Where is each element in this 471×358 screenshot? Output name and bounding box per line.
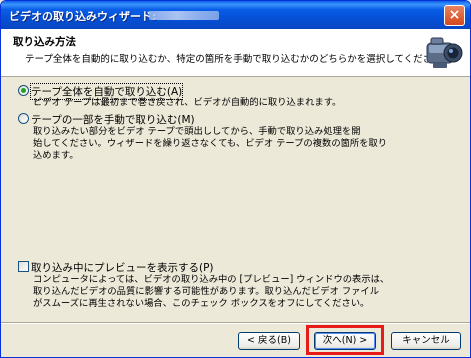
cancel-button[interactable]: キャンセル [391,332,461,350]
description-line: ビデオ テープは最初まで巻き戻され、ビデオが自動的に取り込まれます。 [33,97,342,108]
description-line: 始してください。ウィザードを繰り返さなくても、ビデオ テープの複数の箇所を取り [33,138,388,149]
preview-checkbox[interactable] [18,261,29,272]
close-button[interactable]: × [444,5,465,26]
description-line: がスムーズに再生されない場合、このチェック ボックスをオフにしてください。 [33,298,370,309]
next-button-highlight [306,325,384,355]
video-camera-icon [426,37,463,68]
radio-auto-capture[interactable] [18,85,29,96]
description-line: 取り込みたい部分をビデオ テープで頭出ししてから、手動で取り込み処理を開 [33,126,361,137]
preview-description: コンピュータによっては、ビデオの取り込み中の [プレビュー] ウィンドウの表示は… [33,274,433,310]
description-line: 取り込んだビデオの品質に影響する可能性があります。取り込んだビデオ ファイル [33,286,380,297]
option-manual-capture-label[interactable]: テープの一部を手動で取り込む(M) [31,112,195,127]
title-bar[interactable]: ビデオの取り込みウィザード: × [1,1,470,29]
wizard-header: 取り込み方法 テープ全体を自動的に取り込むか、特定の箇所を手動で取り込むかのどち… [1,29,470,77]
redacted-title-part [149,11,219,20]
radio-manual-capture[interactable] [18,113,29,124]
footer-divider [1,322,470,324]
page-title: 取り込み方法 [13,36,76,48]
back-button[interactable]: < 戻る(B) [238,332,300,350]
description-line: コンピュータによっては、ビデオの取り込み中の [プレビュー] ウィンドウの表示は… [33,274,390,285]
description-line: 込めます。 [33,150,79,161]
wizard-window: ビデオの取り込みウィザード: × 取り込み方法 テープ全体を自動的に取り込むか、… [0,0,471,358]
option-auto-capture-description: ビデオ テープは最初まで巻き戻され、ビデオが自動的に取り込まれます。 [33,97,413,109]
page-description: テープ全体を自動的に取り込むか、特定の箇所を手動で取り込むかのどちらかを選択して… [25,54,452,65]
preview-checkbox-label[interactable]: 取り込み中にプレビューを表示する(P) [31,260,214,275]
option-manual-capture-description: 取り込みたい部分をビデオ テープで頭出ししてから、手動で取り込み処理を開 始して… [33,126,413,162]
window-title: ビデオの取り込みウィザード: [9,10,157,23]
